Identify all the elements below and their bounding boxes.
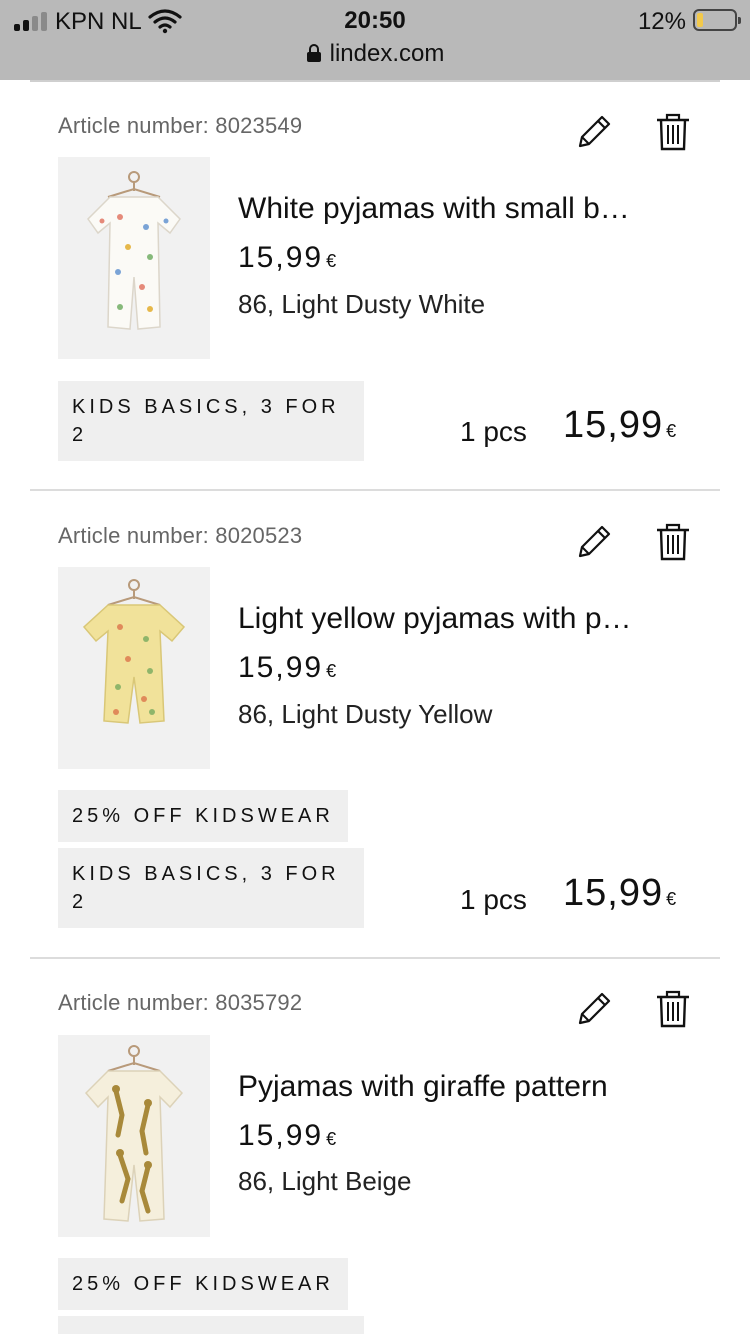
pencil-icon[interactable] — [574, 112, 614, 152]
article-number: Article number: 8035792 — [58, 990, 303, 1015]
unit-price-value: 15,99 — [238, 241, 324, 274]
pyjamas-image — [87, 171, 181, 330]
line-total-value: 15,99 — [563, 872, 664, 914]
unit-price-value: 15,99 — [238, 651, 324, 684]
line-total: 15,99 € — [563, 872, 676, 915]
pencil-icon[interactable] — [574, 522, 614, 562]
product-name[interactable]: Light yellow pyjamas with p… — [238, 602, 632, 636]
currency: € — [326, 661, 337, 681]
product-variant: 86, Light Dusty Yellow — [238, 699, 493, 729]
product-image[interactable] — [58, 157, 210, 359]
promo-badge: KIDS BASICS, 3 FOR 2 — [58, 381, 364, 461]
pencil-icon[interactable] — [574, 989, 614, 1029]
promo-badge: 25% OFF KIDSWEAR — [58, 790, 348, 842]
unit-price: 15,99 € — [238, 1119, 336, 1153]
product-name[interactable]: Pyjamas with giraffe pattern — [238, 1070, 608, 1104]
battery-icon — [693, 9, 741, 31]
currency: € — [666, 421, 677, 441]
pyjamas-image — [82, 579, 186, 724]
line-total-value: 15,99 — [563, 404, 664, 446]
lock-icon — [306, 44, 321, 62]
product-variant: 86, Light Dusty White — [238, 289, 486, 319]
divider — [30, 80, 720, 82]
promo-badge: KIDS BASICS, 3 FOR 2 — [58, 848, 364, 928]
promo-badge: 25% OFF KIDSWEAR — [58, 1258, 348, 1310]
url-text: lindex.com — [329, 40, 445, 67]
currency: € — [326, 1129, 337, 1149]
quantity[interactable]: 1 pcs — [460, 416, 527, 448]
unit-price: 15,99 € — [238, 241, 336, 275]
currency: € — [666, 889, 677, 909]
status-bar: KPN NL 20:50 12% lindex.com — [0, 0, 750, 80]
line-total: 15,99 € — [563, 404, 676, 447]
trash-icon[interactable] — [655, 112, 691, 152]
battery-percentage: 12% — [637, 8, 686, 35]
address-bar[interactable]: lindex.com — [0, 40, 750, 68]
quantity[interactable]: 1 pcs — [460, 884, 527, 916]
product-name[interactable]: White pyjamas with small b… — [238, 192, 630, 226]
unit-price: 15,99 € — [238, 651, 336, 685]
trash-icon[interactable] — [655, 522, 691, 562]
product-variant: 86, Light Beige — [238, 1166, 412, 1196]
divider — [30, 957, 720, 959]
product-image[interactable] — [58, 1035, 210, 1237]
article-number: Article number: 8023549 — [58, 113, 303, 138]
currency: € — [326, 251, 337, 271]
product-image[interactable] — [58, 567, 210, 769]
promo-badge: KIDS BASICS, 3 FOR 2 — [58, 1316, 364, 1334]
divider — [30, 489, 720, 491]
pyjamas-image — [84, 1045, 184, 1222]
unit-price-value: 15,99 — [238, 1119, 324, 1152]
article-number: Article number: 8020523 — [58, 523, 303, 548]
trash-icon[interactable] — [655, 989, 691, 1029]
